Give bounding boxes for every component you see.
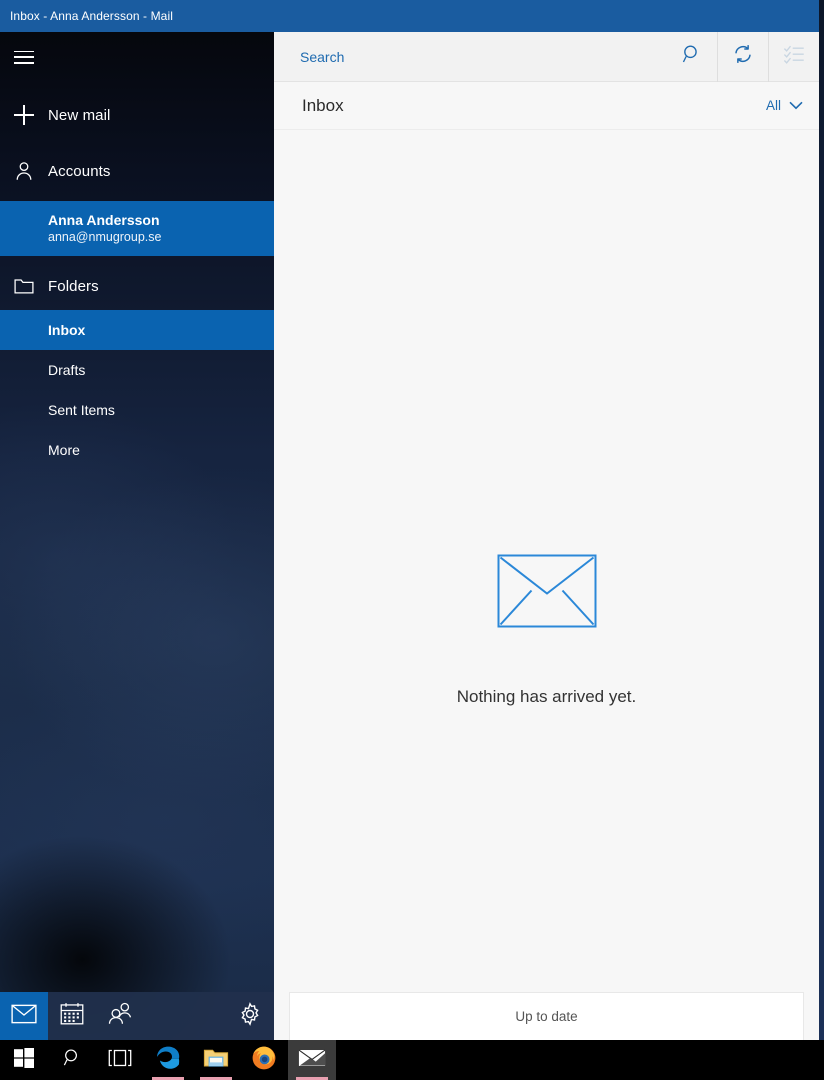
selection-mode-icon (783, 44, 805, 69)
folder-label: More (48, 442, 80, 458)
search-bar: Search (274, 31, 819, 82)
person-icon (0, 160, 48, 182)
empty-inbox-state: Nothing has arrived yet. (274, 130, 819, 990)
mail-app-window: Inbox - Anna Andersson - Mail New mail A… (0, 0, 819, 1040)
new-mail-button[interactable]: New mail (0, 91, 274, 139)
hamburger-menu-button[interactable] (0, 34, 274, 80)
sidebar-app-bar (0, 992, 274, 1040)
folders-button[interactable]: Folders (0, 262, 274, 310)
chevron-down-icon (789, 97, 803, 115)
magnifier-icon (63, 1048, 82, 1072)
hamburger-icon (0, 50, 48, 64)
appbar-mail-button[interactable] (0, 992, 48, 1040)
account-email: anna@nmugroup.se (48, 230, 162, 244)
sidebar-folder-more[interactable]: More (0, 430, 274, 470)
new-mail-label: New mail (48, 106, 111, 124)
windows-taskbar (0, 1040, 824, 1080)
sync-button[interactable] (718, 32, 768, 82)
search-placeholder: Search (300, 48, 345, 65)
window-titlebar: Inbox - Anna Andersson - Mail (0, 0, 819, 32)
folder-icon (0, 276, 48, 296)
list-header: Inbox All (274, 82, 819, 130)
list-title: Inbox (302, 95, 344, 115)
taskbar-firefox-button[interactable] (240, 1040, 288, 1080)
sidebar-folder-inbox[interactable]: Inbox (0, 310, 274, 350)
taskbar-task-view-button[interactable] (96, 1040, 144, 1080)
account-name: Anna Andersson (48, 212, 160, 228)
accounts-button[interactable]: Accounts (0, 147, 274, 195)
calendar-icon (60, 1002, 84, 1030)
edge-icon (155, 1045, 181, 1076)
folder-label: Sent Items (48, 402, 115, 418)
filter-label: All (765, 98, 781, 113)
envelope-icon (11, 1004, 37, 1029)
message-list-pane: Search Inbox All Nothing has arrived yet… (274, 31, 819, 1040)
folder-label: Drafts (48, 362, 86, 378)
selection-mode-button[interactable] (769, 32, 819, 82)
filter-dropdown[interactable]: All (766, 97, 803, 115)
empty-state-caption: Nothing has arrived yet. (456, 687, 637, 706)
folders-label: Folders (48, 277, 99, 295)
taskbar-search-button[interactable] (48, 1040, 96, 1080)
windows-logo-icon (14, 1047, 34, 1073)
appbar-settings-button[interactable] (226, 992, 274, 1040)
search-button[interactable] (667, 32, 717, 82)
appbar-people-button[interactable] (96, 992, 144, 1040)
folder-label: Inbox (48, 322, 86, 338)
gear-icon (238, 1001, 262, 1031)
accounts-label: Accounts (48, 162, 111, 180)
appbar-calendar-button[interactable] (48, 992, 96, 1040)
sidebar-folder-sent-items[interactable]: Sent Items (0, 390, 274, 430)
screen: Inbox - Anna Andersson - Mail New mail A… (0, 0, 824, 1080)
envelope-outline-icon (497, 554, 597, 633)
status-text: Up to date (515, 1009, 578, 1024)
magnifier-icon (682, 44, 702, 69)
status-bar: Up to date (289, 992, 804, 1040)
search-input[interactable]: Search (274, 32, 667, 82)
sidebar: New mail Accounts Anna Andersson anna@nm… (0, 32, 274, 1040)
folder-icon (203, 1047, 229, 1074)
sync-icon (732, 43, 754, 70)
taskbar-file-explorer-button[interactable] (192, 1040, 240, 1080)
window-title: Inbox - Anna Andersson - Mail (10, 9, 173, 23)
desktop-background-strip (819, 0, 824, 1040)
task-view-icon (108, 1049, 132, 1072)
account-item-anna-andersson[interactable]: Anna Andersson anna@nmugroup.se (0, 201, 274, 256)
sidebar-folder-drafts[interactable]: Drafts (0, 350, 274, 390)
taskbar-mail-button[interactable] (288, 1040, 336, 1080)
taskbar-start-button[interactable] (0, 1040, 48, 1080)
plus-icon (0, 105, 48, 125)
firefox-icon (251, 1045, 277, 1076)
mail-envelope-icon (298, 1048, 326, 1073)
taskbar-edge-button[interactable] (144, 1040, 192, 1080)
people-icon (107, 1002, 133, 1030)
